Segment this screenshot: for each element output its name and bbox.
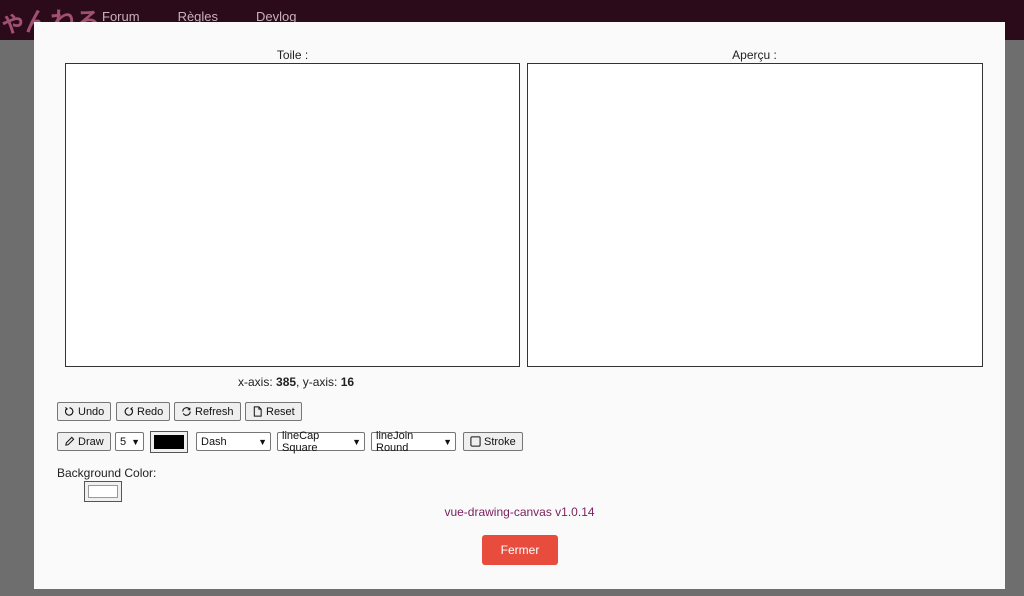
stroke-toggle-button[interactable]: Stroke [463,432,523,451]
close-button[interactable]: Fermer [482,535,558,565]
drawing-canvas[interactable] [65,63,520,367]
line-cap-select[interactable]: lineCap Square ▼ [277,430,365,454]
square-icon [470,436,481,447]
file-icon [253,406,262,417]
preview-label: Aperçu : [732,48,777,62]
reset-button[interactable]: Reset [245,402,302,421]
chevron-down-icon: ▼ [258,436,267,447]
background-color-label: Background Color: [57,466,157,480]
canvas-label: Toile : [276,48,309,62]
drawing-modal: Toile : Aperçu : x-axis: 385, y-axis: 16… [34,22,1005,589]
background-color-picker[interactable] [84,481,122,502]
y-axis-value: 16 [340,375,355,389]
x-axis-value: 385 [276,375,297,389]
line-join-select[interactable]: lineJoin Round ▼ [371,430,456,454]
preview-canvas [527,63,983,367]
line-style-select[interactable]: Dash ▼ [196,432,271,451]
undo-icon [64,406,74,416]
refresh-button[interactable]: Refresh [174,402,241,421]
stroke-color-preview [154,435,184,449]
redo-icon [124,406,134,416]
chevron-down-icon: ▼ [443,436,452,447]
chevron-down-icon: ▼ [131,436,140,447]
chevron-down-icon: ▼ [352,436,361,447]
draw-button[interactable]: Draw [57,432,111,451]
cursor-coordinates: x-axis: 385, y-axis: 16 [238,375,355,389]
undo-button[interactable]: Undo [57,402,112,421]
stroke-color-picker[interactable] [150,431,188,453]
version-text: vue-drawing-canvas v1.0.14 [444,505,595,519]
refresh-icon [182,407,191,416]
line-width-select[interactable]: 5 ▼ [115,432,144,451]
pencil-icon [65,436,75,446]
background-color-preview [88,485,118,498]
redo-button[interactable]: Redo [116,402,171,421]
